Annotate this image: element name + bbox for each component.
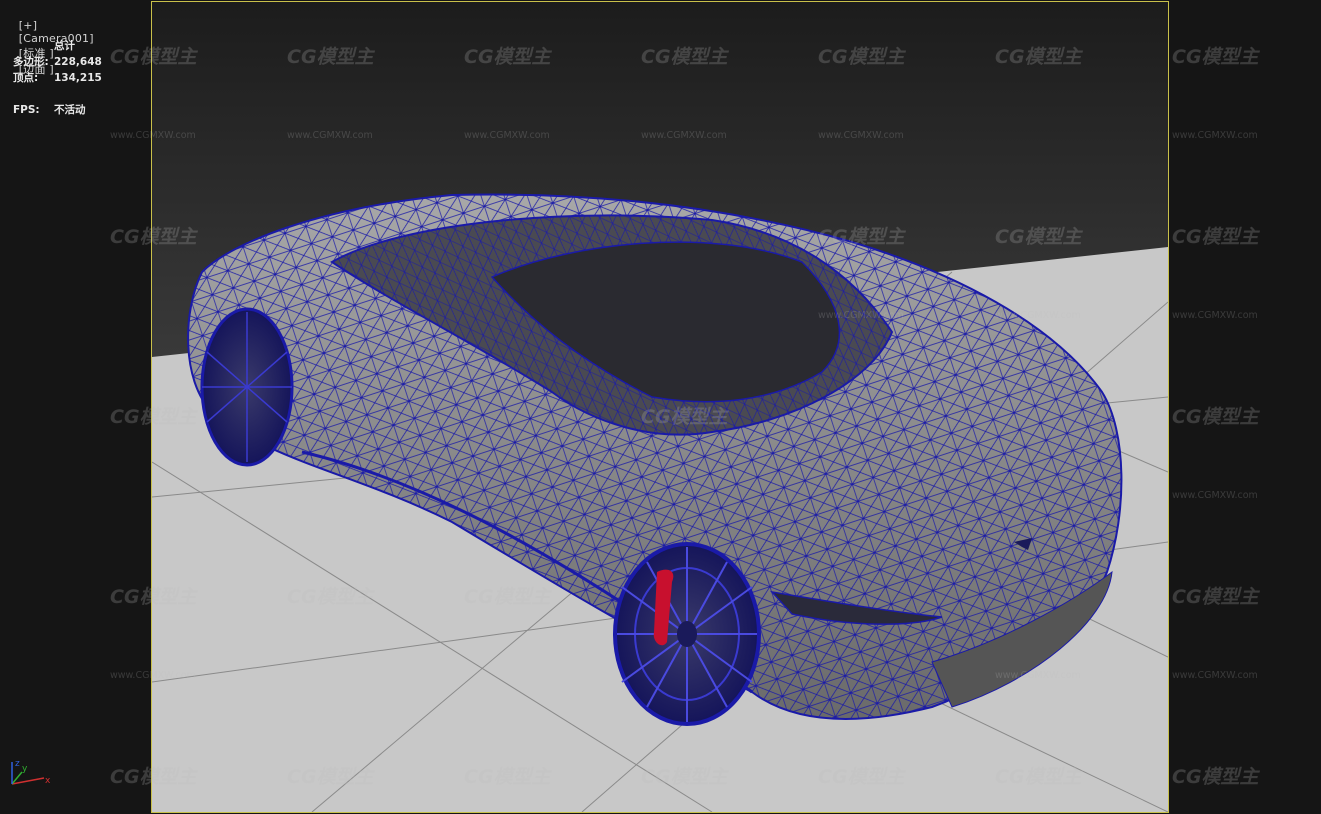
viewport-area[interactable]: CG模型主 CG模型主 CG模型主 CG模型主 CG模型主 CG模型主 CG模型… (0, 0, 1321, 814)
viewport-statistics: 总计 多边形: 228,648 顶点: 134,215 FPS: 不活动 (13, 38, 102, 118)
watermark-logo: CG模型主 (1172, 586, 1259, 608)
axis-y-label: y (22, 764, 28, 774)
watermark-logo: CG模型主 (1172, 226, 1259, 248)
camera-viewport[interactable] (151, 1, 1169, 813)
watermark-logo: CG模型主 (1172, 46, 1259, 68)
front-wheel (613, 542, 761, 726)
stats-fps-row: FPS: 不活动 (13, 102, 102, 118)
stats-polygons-row: 多边形: 228,648 (13, 54, 102, 70)
scene-render (152, 193, 1168, 812)
viewport-menu-plus[interactable]: [+] (19, 19, 37, 32)
watermark-url: www.CGMXW.com (1172, 490, 1258, 501)
stats-fps-value: 不活动 (54, 104, 86, 116)
watermark-logo: CG模型主 (1172, 406, 1259, 428)
axis-gizmo-icon: x y z (11, 759, 51, 786)
axis-z-label: z (15, 759, 20, 769)
stats-vertices-value: 134,215 (54, 72, 102, 84)
stats-vertices-label: 顶点: (13, 72, 39, 84)
watermark-url: www.CGMXW.com (1172, 310, 1258, 321)
stats-vertices-row: 顶点: 134,215 (13, 70, 102, 86)
rear-wheel (200, 307, 294, 467)
watermark-logo: CG模型主 (1172, 766, 1259, 788)
watermark-url: www.CGMXW.com (1172, 670, 1258, 681)
stats-polygons-value: 228,648 (54, 56, 102, 68)
stats-polygons-label: 多边形: (13, 56, 49, 68)
watermark-url: www.CGMXW.com (1172, 130, 1258, 141)
stats-header: 总计 (54, 40, 75, 52)
stats-fps-label: FPS: (13, 104, 40, 116)
axis-x-label: x (45, 776, 51, 786)
